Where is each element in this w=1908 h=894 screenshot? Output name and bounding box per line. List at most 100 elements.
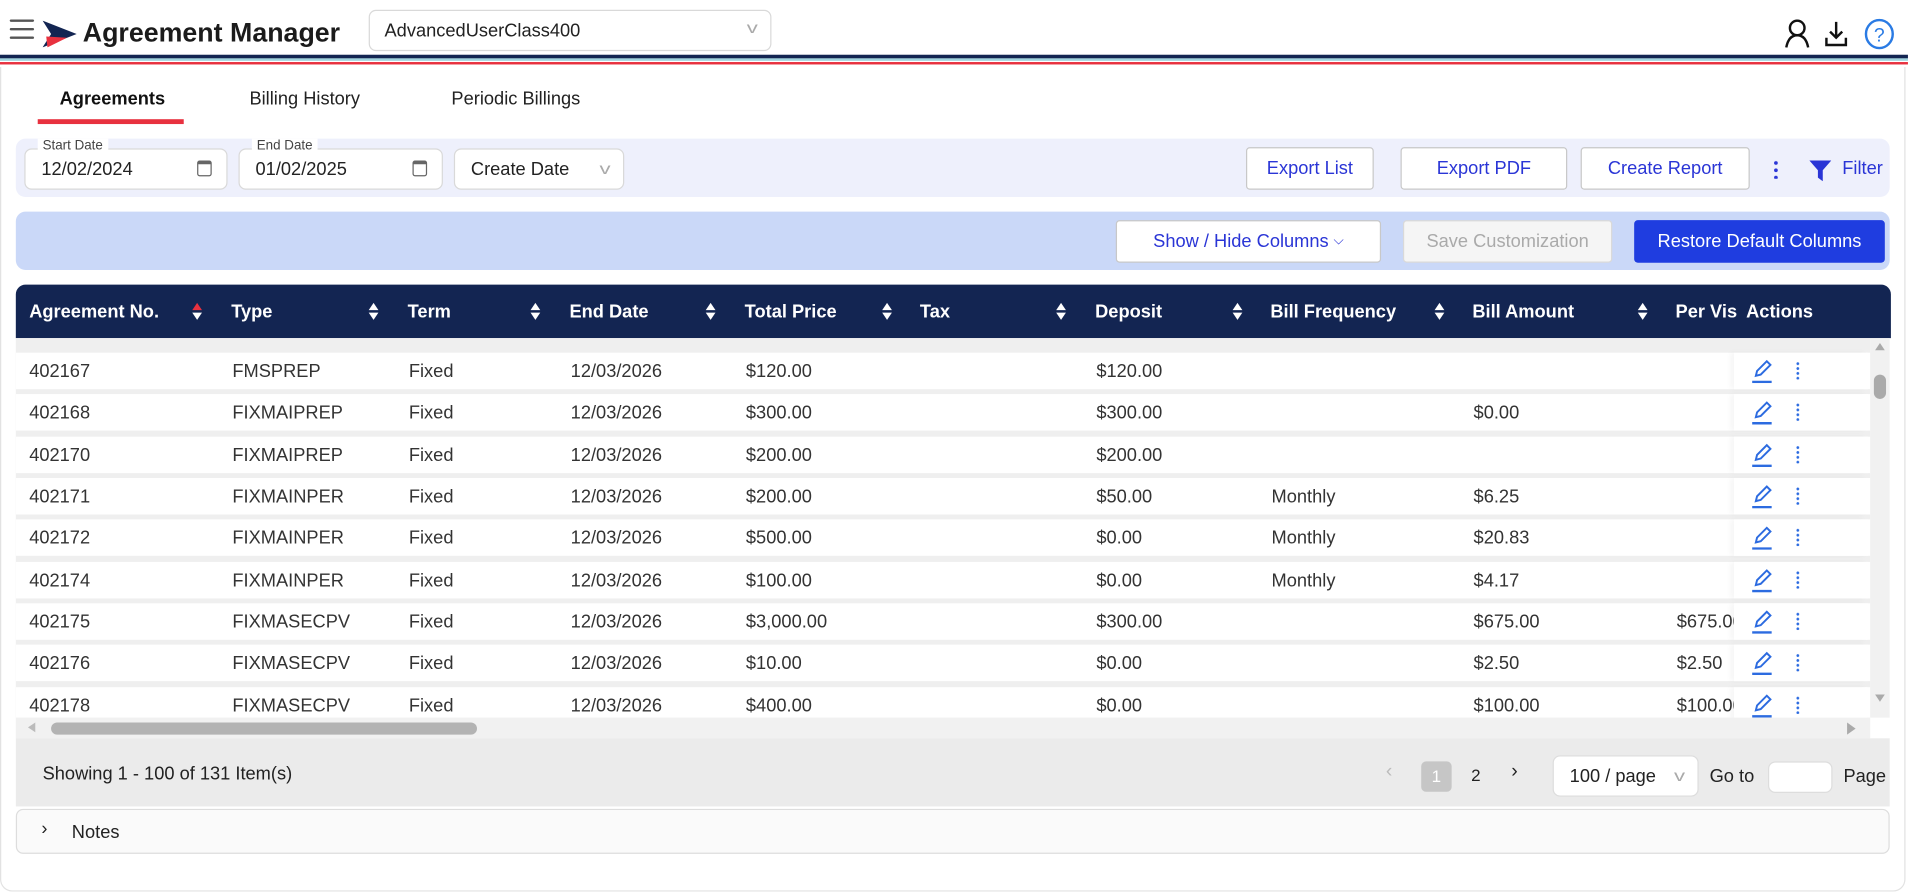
vertical-scrollbar[interactable] bbox=[1870, 338, 1890, 718]
row-more-icon[interactable] bbox=[1795, 695, 1800, 714]
user-class-select[interactable]: AdvancedUserClass400 v bbox=[368, 9, 772, 52]
more-options-icon[interactable] bbox=[1774, 159, 1778, 179]
scroll-right-icon[interactable] bbox=[1847, 722, 1856, 735]
sort-icon[interactable] bbox=[368, 302, 379, 320]
sort-icon[interactable] bbox=[882, 302, 892, 320]
edit-icon[interactable] bbox=[1750, 525, 1774, 550]
row-more-icon[interactable] bbox=[1795, 402, 1800, 421]
sort-icon[interactable] bbox=[530, 302, 541, 320]
chevron-right-icon[interactable]: › bbox=[41, 819, 47, 840]
edit-icon[interactable] bbox=[1750, 484, 1774, 509]
table-row[interactable]: 402171 FIXMAINPER Fixed 12/03/2026 $200.00 $5… bbox=[15, 478, 1871, 515]
table-row[interactable]: 402175 FIXMASECPV Fixed 12/03/2026 $3,000.00… bbox=[15, 603, 1871, 640]
scroll-up-icon[interactable] bbox=[1875, 342, 1885, 351]
row-more-icon[interactable] bbox=[1795, 527, 1800, 547]
column-header-agreement-no[interactable]: Agreement No. bbox=[29, 302, 159, 323]
column-header-term[interactable]: Term bbox=[408, 302, 451, 323]
cell-end-date: 12/03/2026 bbox=[570, 653, 663, 674]
column-header-bill-frequency[interactable]: Bill Frequency bbox=[1270, 302, 1396, 323]
table-row[interactable]: 402178 FIXMASECPV Fixed 12/03/2026 $400.00 $0… bbox=[15, 687, 1871, 718]
table-row[interactable]: 402168 FIXMAIPREP Fixed 12/03/2026 $300.00 $3… bbox=[15, 394, 1871, 431]
sort-icon[interactable] bbox=[1637, 302, 1648, 320]
tab-billing-history[interactable]: Billing History bbox=[249, 89, 360, 110]
tab-periodic-billings[interactable]: Periodic Billings bbox=[451, 89, 580, 110]
restore-default-columns-button[interactable]: Restore Default Columns bbox=[1634, 220, 1885, 263]
row-actions bbox=[1733, 436, 1868, 474]
start-date-field[interactable]: Start Date 12/02/2024 bbox=[24, 138, 228, 190]
download-icon[interactable] bbox=[1824, 21, 1848, 48]
tab-agreements[interactable]: Agreements bbox=[60, 89, 166, 110]
filter-button[interactable]: Filter bbox=[1842, 158, 1883, 179]
scroll-left-icon[interactable] bbox=[27, 722, 36, 733]
scroll-down-icon[interactable] bbox=[1875, 694, 1885, 702]
filter-icon[interactable] bbox=[1809, 159, 1832, 182]
cell-per-vis: $100.00 bbox=[1676, 695, 1735, 717]
sort-icon[interactable] bbox=[192, 302, 202, 320]
date-type-select[interactable]: Create Date v bbox=[453, 148, 625, 190]
row-more-icon[interactable] bbox=[1795, 486, 1800, 505]
column-header-end-date[interactable]: End Date bbox=[569, 302, 648, 323]
help-icon[interactable]: ? bbox=[1864, 18, 1894, 50]
column-header-deposit[interactable]: Deposit bbox=[1095, 302, 1162, 323]
end-date-field[interactable]: End Date 01/02/2025 bbox=[238, 138, 443, 190]
sort-icon[interactable] bbox=[1232, 302, 1243, 320]
cell-bill-frequency: Monthly bbox=[1271, 527, 1336, 549]
page-1-button[interactable]: 1 bbox=[1421, 761, 1452, 792]
column-header-bill-amount[interactable]: Bill Amount bbox=[1472, 302, 1574, 323]
date-type-value: Create Date bbox=[470, 159, 570, 181]
table-row[interactable]: 402167 FMSPREP Fixed 12/03/2026 $120.00 $120.… bbox=[15, 352, 1871, 390]
vertical-scroll-thumb[interactable] bbox=[1873, 374, 1887, 399]
row-more-icon[interactable] bbox=[1795, 570, 1800, 589]
row-more-icon[interactable] bbox=[1795, 361, 1800, 380]
table-row[interactable]: 402172 FIXMAINPER Fixed 12/03/2026 $500.00 $0… bbox=[15, 519, 1871, 556]
edit-icon[interactable] bbox=[1750, 400, 1774, 425]
row-more-icon[interactable] bbox=[1795, 445, 1800, 464]
table-row[interactable]: 402176 FIXMASECPV Fixed 12/03/2026 $10.00 $0.… bbox=[15, 644, 1871, 682]
calendar-icon[interactable] bbox=[412, 160, 428, 177]
column-header-total-price[interactable]: Total Price bbox=[745, 302, 837, 323]
notes-panel[interactable]: › Notes bbox=[15, 808, 1890, 854]
column-header-tax[interactable]: Tax bbox=[920, 302, 950, 323]
cell-type: FIXMAIPREP bbox=[232, 402, 343, 424]
sort-icon[interactable] bbox=[1056, 302, 1066, 320]
page-size-select[interactable]: 100 / page v bbox=[1552, 755, 1699, 797]
page-label: Page bbox=[1843, 766, 1887, 787]
create-report-button[interactable]: Create Report bbox=[1580, 147, 1750, 190]
show-hide-columns-button[interactable]: Show / Hide Columns ⌵ bbox=[1115, 220, 1382, 263]
cell-end-date: 12/03/2026 bbox=[570, 361, 663, 382]
menu-icon[interactable] bbox=[9, 19, 35, 41]
horizontal-scrollbar[interactable] bbox=[15, 717, 1871, 739]
horizontal-scroll-thumb[interactable] bbox=[51, 722, 477, 735]
column-header-actions[interactable]: Actions bbox=[1746, 302, 1813, 323]
cell-term: Fixed bbox=[408, 695, 454, 717]
export-list-button[interactable]: Export List bbox=[1246, 147, 1374, 190]
row-more-icon[interactable] bbox=[1795, 653, 1800, 672]
goto-page-input[interactable] bbox=[1768, 761, 1833, 794]
column-header-per-vis[interactable]: Per Vis bbox=[1676, 302, 1738, 323]
edit-icon[interactable] bbox=[1750, 568, 1774, 593]
next-page-icon[interactable]: › bbox=[1511, 761, 1517, 783]
cell-bill-frequency: Monthly bbox=[1271, 486, 1336, 508]
cell-deposit: $0.00 bbox=[1096, 653, 1143, 674]
export-pdf-button[interactable]: Export PDF bbox=[1400, 147, 1568, 190]
user-icon[interactable] bbox=[1784, 19, 1811, 48]
edit-icon[interactable] bbox=[1750, 651, 1774, 676]
cell-type: FIXMAINPER bbox=[232, 570, 344, 592]
row-more-icon[interactable] bbox=[1795, 611, 1800, 631]
prev-page-icon[interactable]: ‹ bbox=[1386, 761, 1392, 783]
table-row[interactable]: 402170 FIXMAIPREP Fixed 12/03/2026 $200.00 $2… bbox=[15, 436, 1871, 474]
cell-term: Fixed bbox=[408, 361, 454, 382]
save-customization-button[interactable]: Save Customization bbox=[1402, 220, 1613, 263]
edit-icon[interactable] bbox=[1750, 359, 1774, 384]
column-header-type[interactable]: Type bbox=[231, 302, 272, 323]
edit-icon[interactable] bbox=[1750, 693, 1774, 718]
cell-term: Fixed bbox=[408, 611, 454, 633]
edit-icon[interactable] bbox=[1750, 609, 1774, 634]
page-2-button[interactable]: 2 bbox=[1471, 765, 1480, 784]
edit-icon[interactable] bbox=[1750, 443, 1774, 468]
cell-term: Fixed bbox=[408, 527, 454, 549]
sort-icon[interactable] bbox=[705, 302, 716, 320]
calendar-icon[interactable] bbox=[197, 160, 212, 177]
table-row[interactable]: 402174 FIXMAINPER Fixed 12/03/2026 $100.00 $0… bbox=[15, 561, 1871, 599]
sort-icon[interactable] bbox=[1434, 302, 1445, 320]
